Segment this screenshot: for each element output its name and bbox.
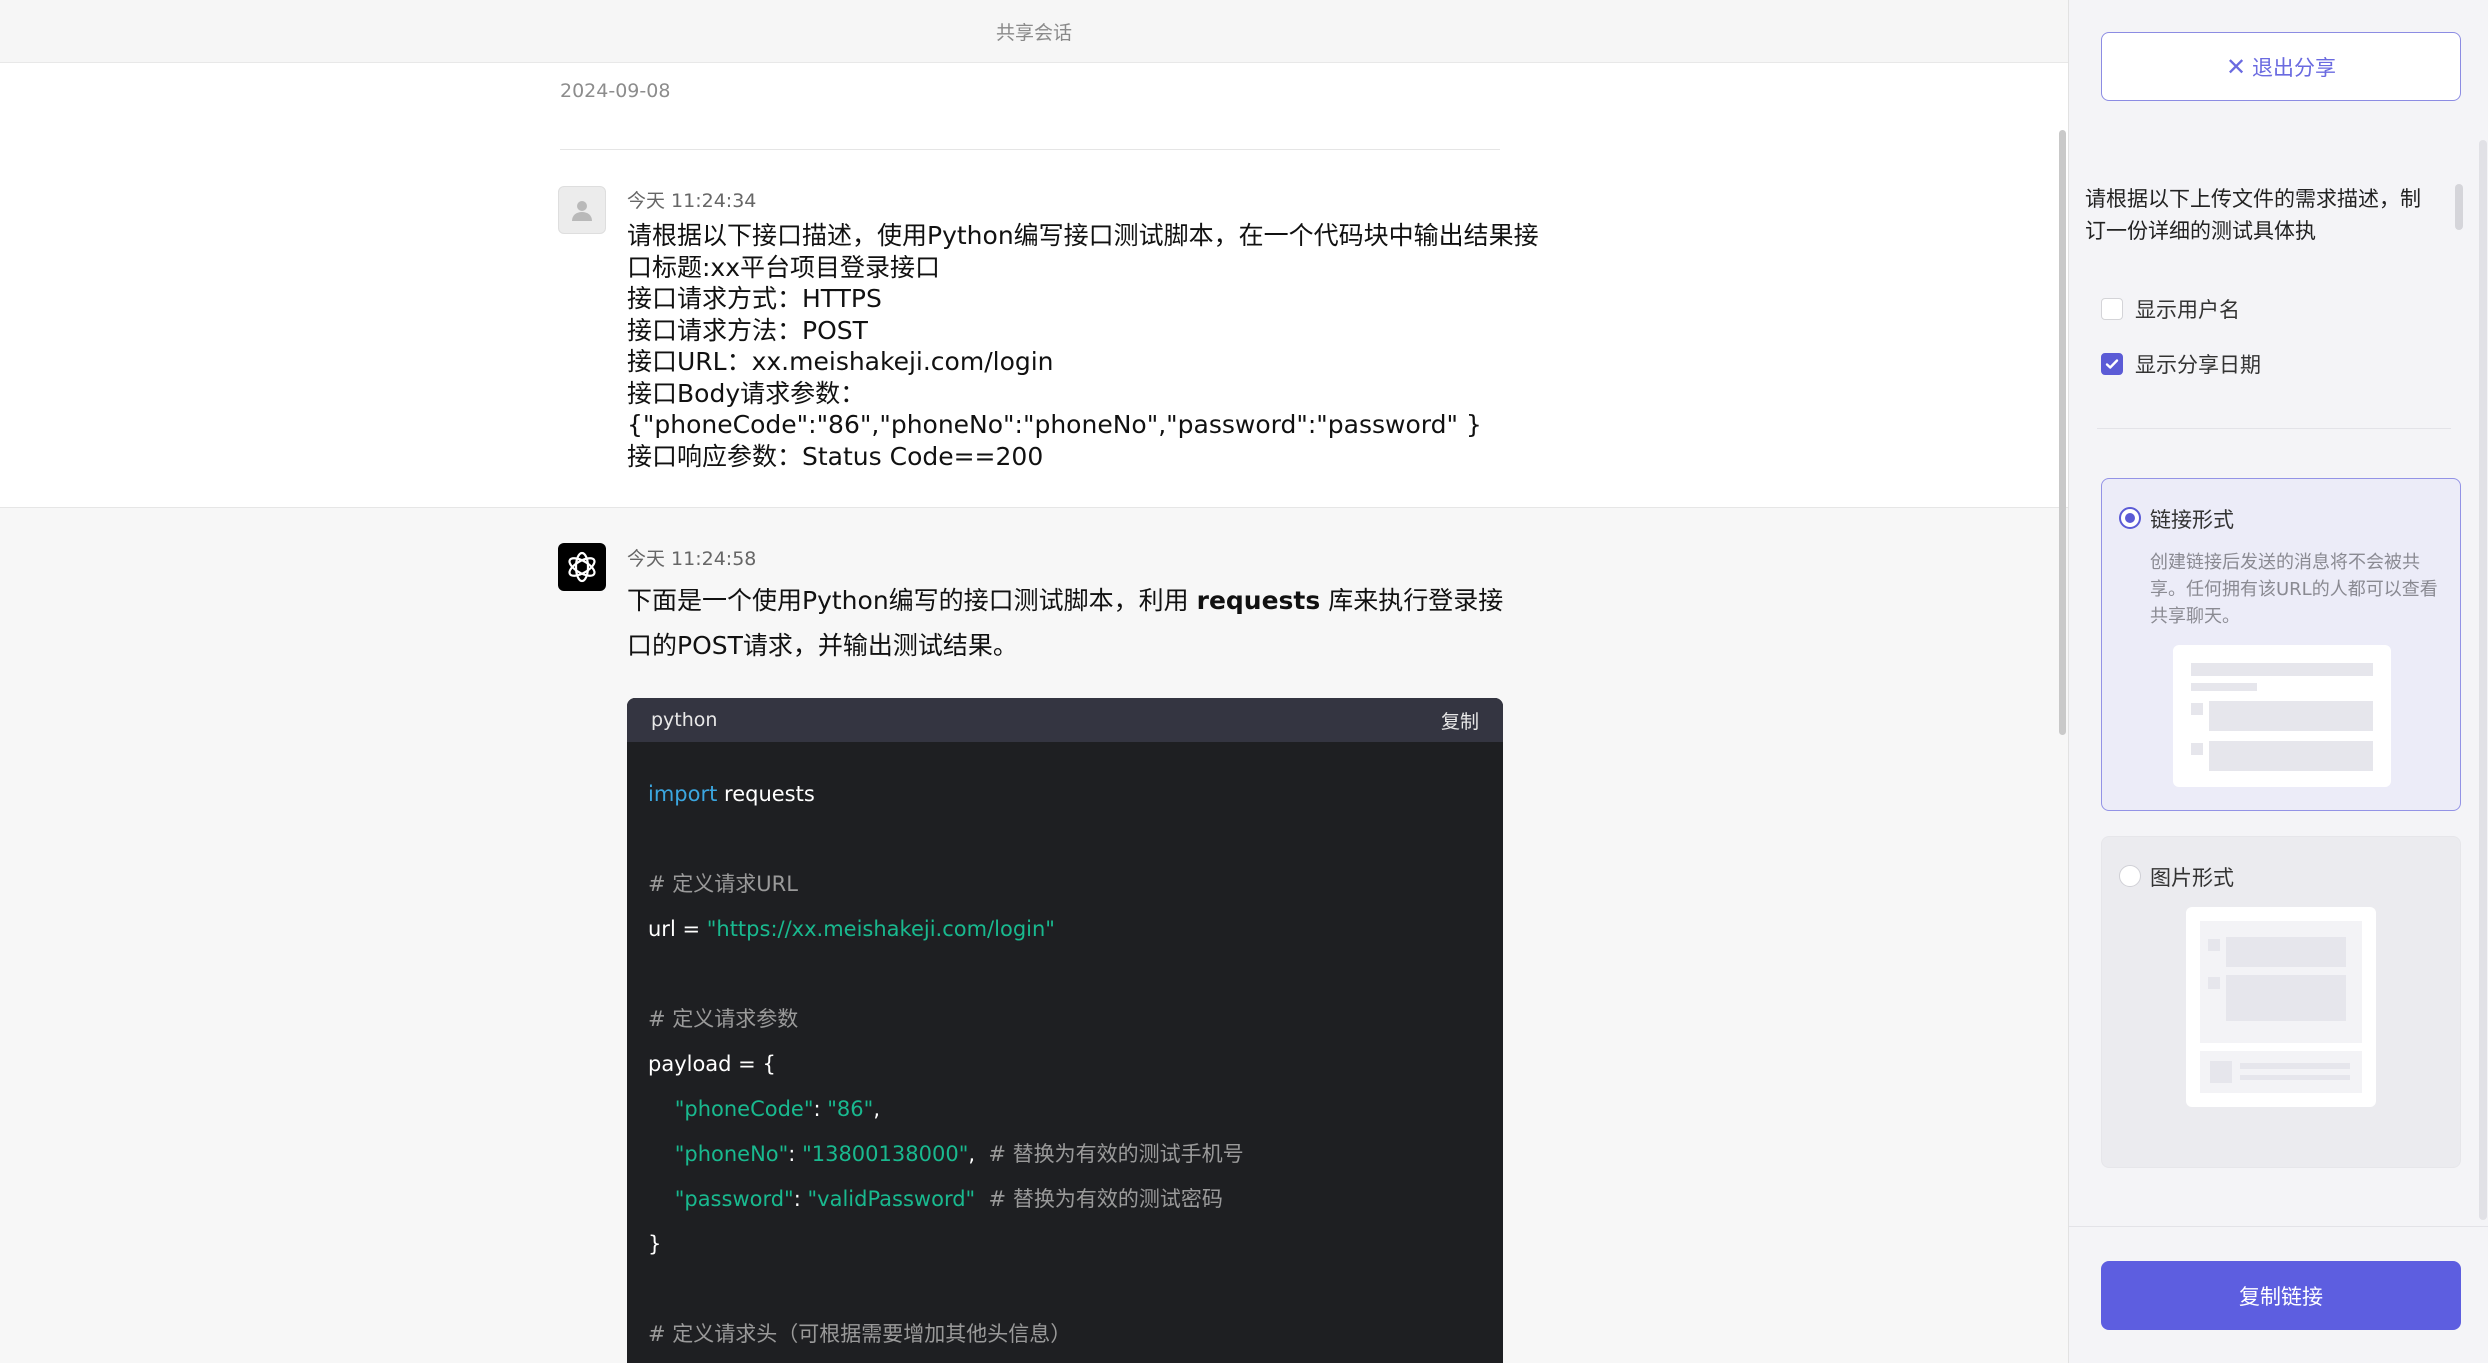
code-token: url =	[648, 917, 707, 941]
code-block: python 复制 import requests # 定义请求URL url …	[627, 698, 1503, 1363]
show-username-label: 显示用户名	[2135, 298, 2240, 322]
code-comment: # 替换为有效的测试密码	[975, 1187, 1223, 1211]
code-string: "password"	[674, 1187, 794, 1211]
code-comment: # 定义请求URL	[648, 872, 798, 896]
code-line: "phoneCode": "86",	[648, 1087, 1482, 1132]
share-panel: ✕ 退出分享 请根据以下上传文件的需求描述，制订一份详细的测试具体执 显示用户名…	[2068, 0, 2488, 1363]
user-icon	[572, 201, 592, 221]
divider	[2069, 1226, 2488, 1227]
user-avatar	[558, 186, 606, 234]
code-language: python	[651, 709, 718, 731]
code-keyword: import	[648, 782, 718, 806]
code-string: "86"	[827, 1097, 874, 1121]
message-line: 接口请求方式：HTTPS	[627, 284, 882, 313]
code-token: ,	[873, 1097, 880, 1121]
code-string: "https://xx.meishakeji.com/login"	[706, 917, 1055, 941]
code-comment: # 定义请求参数	[648, 1007, 799, 1031]
code-body: import requests # 定义请求URL url = "https:/…	[627, 742, 1503, 1363]
message-line: 请根据以下接口描述，使用Python编写接口测试脚本，在一个代码块中输出结果接	[627, 221, 1539, 250]
intro-text: 下面是一个使用Python编写的接口测试脚本，利用	[627, 586, 1197, 615]
code-string: "phoneNo"	[674, 1142, 789, 1166]
exit-share-label: 退出分享	[2252, 55, 2337, 80]
top-bar: 共享会话	[0, 0, 2068, 63]
show-username-checkbox[interactable]	[2101, 298, 2123, 320]
divider	[2097, 428, 2451, 429]
message-time: 今天 11:24:58	[627, 548, 757, 570]
conversation-area: 共享会话 2024-09-08 今天 11:24:34 请根据以下接口描述，使用…	[0, 0, 2068, 1363]
image-option-card[interactable]: 图片形式	[2101, 836, 2461, 1168]
message-text: 请根据以下接口描述，使用Python编写接口测试脚本，在一个代码块中输出结果接 …	[627, 220, 1539, 472]
code-token: :	[793, 1187, 808, 1211]
code-line: "phoneNo": "13800138000", # 替换为有效的测试手机号	[648, 1132, 1482, 1177]
show-date-checkbox[interactable]	[2101, 353, 2123, 375]
message-line: 接口请求方法：POST	[627, 315, 868, 345]
code-line: url = "https://xx.meishakeji.com/login"	[648, 907, 1482, 952]
user-message: 今天 11:24:34 请根据以下接口描述，使用Python编写接口测试脚本，在…	[0, 150, 2068, 508]
link-option-title: 链接形式	[2150, 508, 2234, 532]
code-string: "validPassword"	[807, 1187, 976, 1211]
code-token: requests	[717, 782, 815, 806]
code-line: "password": "validPassword" # 替换为有效的测试密码	[648, 1177, 1482, 1222]
code-comment: # 替换为有效的测试手机号	[975, 1142, 1244, 1166]
copy-link-button[interactable]: 复制链接	[2101, 1261, 2461, 1330]
show-date-toggle[interactable]: 显示分享日期	[2101, 349, 2261, 379]
assistant-avatar	[558, 543, 606, 591]
message-line: 接口响应参数：Status Code==200	[627, 441, 1044, 471]
intro-bold: requests	[1196, 586, 1321, 615]
panel-scrollbar[interactable]	[2455, 184, 2463, 230]
code-line: }	[648, 1232, 662, 1256]
prompt-preview: 请根据以下上传文件的需求描述，制订一份详细的测试具体执	[2085, 187, 2421, 243]
link-option-card[interactable]: 链接形式 创建链接后发送的消息将不会被共享。任何拥有该URL的人都可以查看共享聊…	[2101, 478, 2461, 811]
link-option-description: 创建链接后发送的消息将不会被共享。任何拥有该URL的人都可以查看共享聊天。	[2150, 552, 2438, 627]
code-string: "phoneCode"	[674, 1097, 814, 1121]
outer-scrollbar[interactable]	[2479, 140, 2487, 1220]
code-header: python 复制	[627, 698, 1503, 742]
openai-logo-icon	[568, 551, 596, 583]
image-preview-illustration	[2186, 907, 2376, 1107]
message-text: 下面是一个使用Python编写的接口测试脚本，利用 requests 库来执行登…	[627, 578, 1507, 668]
message-line: 接口Body请求参数：	[627, 378, 866, 408]
show-date-label: 显示分享日期	[2135, 353, 2261, 377]
show-username-toggle[interactable]: 显示用户名	[2101, 294, 2240, 324]
code-line: payload = {	[648, 1052, 776, 1076]
code-token: :	[788, 1142, 803, 1166]
image-option-radio[interactable]	[2119, 865, 2141, 887]
main-scrollbar[interactable]	[2059, 130, 2066, 735]
exit-share-button[interactable]: ✕ 退出分享	[2101, 32, 2461, 101]
image-option-title: 图片形式	[2150, 866, 2234, 890]
date-separator: 2024-09-08	[560, 80, 671, 102]
message-time: 今天 11:24:34	[627, 190, 757, 212]
message-line: 接口URL：xx.meishakeji.com/login	[627, 347, 1054, 376]
page-title: 共享会话	[995, 21, 1072, 44]
code-token: :	[813, 1097, 828, 1121]
link-option-radio[interactable]	[2119, 507, 2141, 529]
code-line: import requests	[648, 772, 1482, 817]
copy-code-button[interactable]: 复制	[1441, 707, 1479, 734]
message-line: 口标题:xx平台项目登录接口	[627, 252, 941, 282]
code-comment: # 定义请求头（可根据需要增加其他头信息）	[648, 1322, 1072, 1346]
check-icon	[2105, 359, 2119, 369]
close-icon: ✕	[2225, 52, 2247, 81]
code-string: "13800138000"	[802, 1142, 969, 1166]
message-line: {"phoneCode":"86","phoneNo":"phoneNo","p…	[627, 410, 1482, 439]
link-preview-illustration	[2173, 645, 2391, 787]
assistant-message: 今天 11:24:58 下面是一个使用Python编写的接口测试脚本，利用 re…	[0, 508, 2068, 1363]
